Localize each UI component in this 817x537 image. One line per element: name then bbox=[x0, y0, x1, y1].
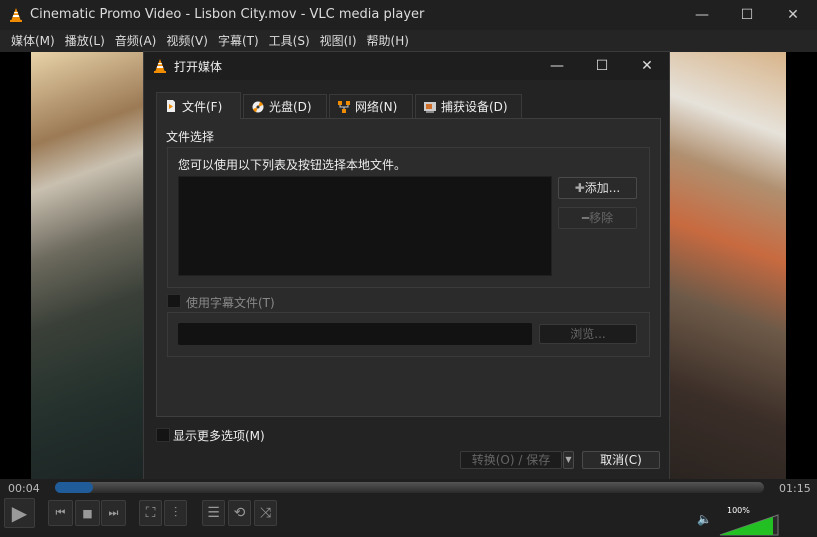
vlc-cone-icon bbox=[154, 59, 166, 73]
menu-tools[interactable]: 工具(S) bbox=[264, 30, 315, 52]
subtitle-file-input[interactable] bbox=[178, 323, 532, 345]
tab-label: 捕获设备(D) bbox=[441, 100, 508, 114]
seek-progress-fill bbox=[55, 482, 93, 493]
extended-settings-button[interactable]: ⫶ bbox=[164, 500, 187, 526]
shuffle-icon: ⤨ bbox=[259, 505, 272, 521]
more-options-checkbox[interactable] bbox=[156, 428, 170, 442]
video-frame-right bbox=[670, 52, 786, 479]
add-button[interactable]: ✚添加... bbox=[558, 177, 637, 199]
fullscreen-button[interactable]: ⛶ bbox=[139, 500, 162, 526]
menu-bar: 媒体(M) 播放(L) 音频(A) 视频(V) 字幕(T) 工具(S) 视图(I… bbox=[0, 30, 817, 52]
vlc-cone-icon bbox=[10, 8, 22, 22]
tab-file[interactable]: 文件(F) bbox=[156, 92, 241, 119]
minimize-button[interactable]: — bbox=[679, 0, 725, 30]
elapsed-time: 00:04 bbox=[8, 482, 40, 495]
browse-button[interactable]: 浏览... bbox=[539, 324, 637, 344]
stop-button[interactable]: ■ bbox=[75, 500, 100, 526]
subtitle-checkbox[interactable] bbox=[167, 294, 181, 308]
playlist-icon: ☰ bbox=[207, 505, 220, 521]
menu-help[interactable]: 帮助(H) bbox=[362, 30, 414, 52]
tab-capture-device[interactable]: 捕获设备(D) bbox=[415, 94, 522, 118]
file-section-title: 文件选择 bbox=[166, 130, 215, 144]
tab-disc[interactable]: 光盘(D) bbox=[243, 94, 327, 118]
more-options-label: 显示更多选项(M) bbox=[173, 429, 265, 443]
player-controls: 00:04 01:15 ▶ ⏮ ■ ⏭ ⛶ ⫶ ☰ ⟲ ⤨ 🔈 100% bbox=[0, 479, 817, 536]
file-selection-group: 您可以使用以下列表及按钮选择本地文件。 ✚添加... ━移除 bbox=[167, 147, 650, 288]
open-media-dialog: 打开媒体 — ☐ ✕ 文件(F) 光盘(D) 网络(N) 捕获设备(D) 文件选… bbox=[143, 51, 670, 480]
subtitle-group: 浏览... bbox=[167, 312, 650, 357]
tab-label: 光盘(D) bbox=[269, 100, 312, 114]
seek-bar-track[interactable] bbox=[55, 482, 764, 493]
window-title: Cinematic Promo Video - Lisbon City.mov … bbox=[30, 7, 425, 22]
playlist-button[interactable]: ☰ bbox=[202, 500, 225, 526]
maximize-button[interactable]: ☐ bbox=[724, 0, 770, 30]
disc-icon bbox=[252, 101, 264, 112]
close-button[interactable]: ✕ bbox=[770, 0, 816, 30]
play-icon: ▶ bbox=[11, 501, 28, 525]
dialog-close-button[interactable]: ✕ bbox=[625, 52, 669, 80]
menu-video[interactable]: 视频(V) bbox=[161, 30, 213, 52]
file-icon bbox=[167, 100, 175, 112]
title-bar: Cinematic Promo Video - Lisbon City.mov … bbox=[0, 0, 817, 30]
dialog-maximize-button[interactable]: ☐ bbox=[580, 52, 624, 80]
menu-subtitle[interactable]: 字幕(T) bbox=[213, 30, 264, 52]
menu-media[interactable]: 媒体(M) bbox=[6, 30, 60, 52]
dialog-title-bar: 打开媒体 — ☐ ✕ bbox=[144, 52, 669, 80]
loop-icon: ⟲ bbox=[233, 505, 246, 521]
tab-network[interactable]: 网络(N) bbox=[329, 94, 413, 118]
subtitle-checkbox-label: 使用字幕文件(T) bbox=[186, 296, 275, 310]
remove-button[interactable]: ━移除 bbox=[558, 207, 637, 229]
capture-device-icon bbox=[424, 101, 436, 113]
stop-icon: ■ bbox=[82, 506, 93, 520]
equalizer-icon: ⫶ bbox=[173, 505, 178, 521]
convert-save-button[interactable]: 转换(O) / 保存 bbox=[460, 451, 562, 469]
tab-label: 文件(F) bbox=[182, 99, 223, 114]
shuffle-button[interactable]: ⤨ bbox=[254, 500, 277, 526]
video-frame-left bbox=[31, 52, 144, 479]
menu-view[interactable]: 视图(I) bbox=[315, 30, 362, 52]
next-button[interactable]: ⏭ bbox=[101, 500, 126, 526]
file-hint: 您可以使用以下列表及按钮选择本地文件。 bbox=[178, 158, 407, 172]
convert-dropdown-arrow-icon[interactable]: ▼ bbox=[563, 451, 574, 469]
fullscreen-icon: ⛶ bbox=[145, 505, 156, 521]
file-list[interactable] bbox=[178, 176, 552, 276]
previous-button[interactable]: ⏮ bbox=[48, 500, 73, 526]
total-time: 01:15 bbox=[779, 482, 811, 495]
play-button[interactable]: ▶ bbox=[4, 498, 35, 528]
previous-icon: ⏮ bbox=[55, 506, 66, 519]
next-icon: ⏭ bbox=[108, 506, 119, 519]
cancel-button[interactable]: 取消(C) bbox=[582, 451, 660, 469]
plus-icon: ✚ bbox=[574, 181, 585, 195]
tab-label: 网络(N) bbox=[355, 100, 398, 114]
file-tab-panel: 文件选择 您可以使用以下列表及按钮选择本地文件。 ✚添加... ━移除 使用字幕… bbox=[156, 118, 661, 417]
network-icon bbox=[338, 100, 350, 113]
dialog-minimize-button[interactable]: — bbox=[535, 52, 579, 80]
loop-button[interactable]: ⟲ bbox=[228, 500, 251, 526]
dialog-title: 打开媒体 bbox=[174, 60, 223, 74]
speaker-icon[interactable]: 🔈 bbox=[697, 512, 712, 526]
menu-audio[interactable]: 音频(A) bbox=[110, 30, 162, 52]
volume-slider[interactable] bbox=[718, 513, 780, 537]
menu-playback[interactable]: 播放(L) bbox=[60, 30, 110, 52]
